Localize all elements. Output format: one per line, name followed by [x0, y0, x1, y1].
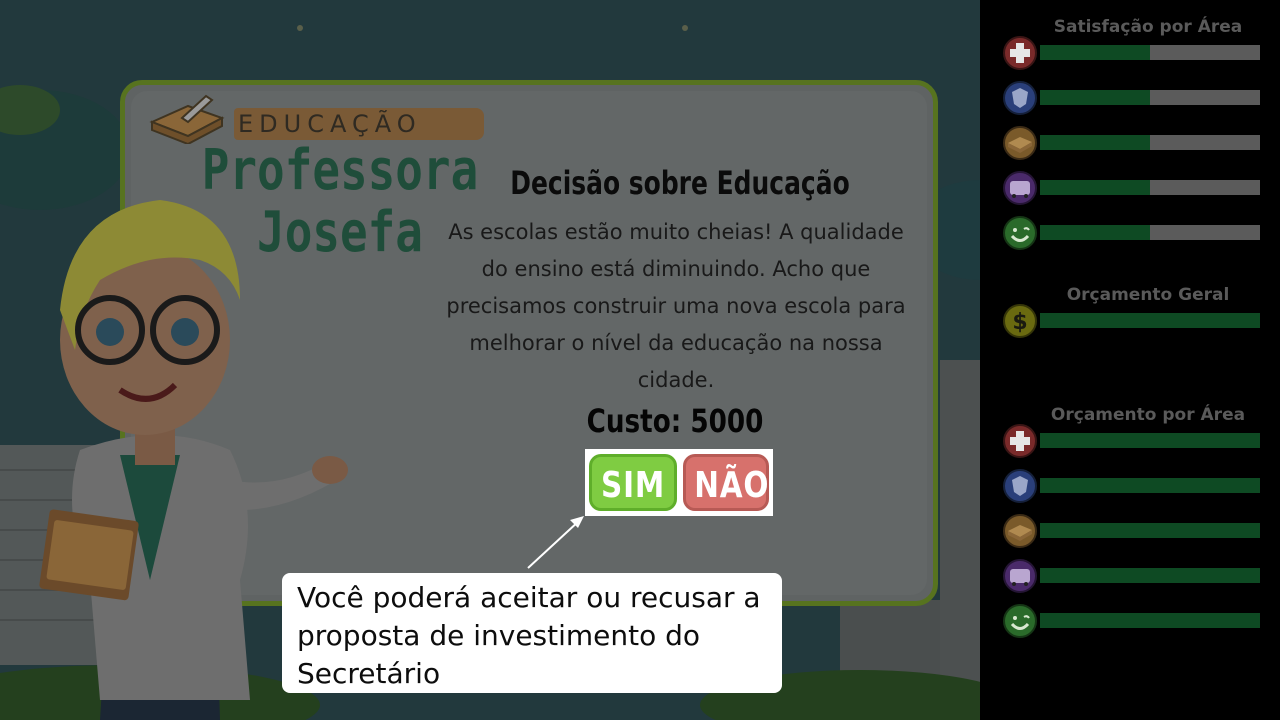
- book-icon: [1003, 126, 1037, 160]
- area-budget-bar-track: [1040, 433, 1260, 448]
- satisfaction-bar-fill: [1040, 45, 1150, 60]
- area-budget-bar-transporte: [1002, 558, 1262, 594]
- tutorial-tooltip: Você poderá aceitar ou recusar a propost…: [282, 573, 782, 693]
- area-budget-bar-saude: [1002, 423, 1262, 459]
- decision-title: Decisão sobre Educação: [510, 164, 850, 202]
- police-badge-icon: [1003, 469, 1037, 503]
- game-scene: EDUCAÇÃO Professora Josefa Decisão sobre…: [0, 0, 980, 720]
- cost-label: Custo: 5000: [586, 402, 764, 440]
- yes-button-label: SIM: [600, 465, 666, 506]
- area-budget-bar-fill: [1040, 433, 1260, 448]
- satisfaction-bar-educacao: [1002, 125, 1262, 161]
- satisfaction-bar-seguranca: [1002, 80, 1262, 116]
- dollar-icon: $: [1003, 304, 1037, 338]
- satisfaction-bar-track: [1040, 180, 1260, 195]
- smiley-icon: [1003, 216, 1037, 250]
- book-icon: [1003, 514, 1037, 548]
- satisfaction-bar-fill: [1040, 90, 1150, 105]
- area-budget-bar-track: [1040, 523, 1260, 538]
- area-budget-heading: Orçamento por Área: [1050, 405, 1246, 425]
- svg-text:$: $: [1012, 310, 1027, 335]
- tutorial-arrow-icon: [527, 516, 584, 569]
- satisfaction-bar-fill: [1040, 225, 1150, 240]
- decision-buttons: SIM NÃO: [585, 449, 773, 516]
- satisfaction-bar-track: [1040, 45, 1260, 60]
- satisfaction-bar-lazer: [1002, 215, 1262, 251]
- budget-bar-track: [1040, 313, 1260, 328]
- satisfaction-bar-track: [1040, 135, 1260, 150]
- area-budget-bar-track: [1040, 478, 1260, 493]
- decision-text: As escolas estão muito cheias! A qualida…: [446, 220, 906, 392]
- area-budget-bar-fill: [1040, 523, 1260, 538]
- category-label: EDUCAÇÃO: [234, 108, 484, 140]
- yes-button[interactable]: SIM: [589, 454, 677, 511]
- area-budget-bar-fill: [1040, 568, 1260, 583]
- area-budget-bar-seguranca: [1002, 468, 1262, 504]
- health-cross-icon: [1003, 36, 1037, 70]
- area-budget-bar-track: [1040, 613, 1260, 628]
- budget-bar-fill: [1040, 313, 1260, 328]
- bus-icon: [1003, 559, 1037, 593]
- no-button[interactable]: NÃO: [683, 454, 769, 511]
- satisfaction-bar-track: [1040, 90, 1260, 105]
- smiley-icon: [1003, 604, 1037, 638]
- area-budget-bar-track: [1040, 568, 1260, 583]
- satisfaction-bar-transporte: [1002, 170, 1262, 206]
- satisfaction-bar-fill: [1040, 135, 1150, 150]
- area-budget-bar-fill: [1040, 478, 1260, 493]
- budget-bar-geral: $: [1002, 303, 1262, 339]
- no-button-label: NÃO: [694, 465, 770, 506]
- satisfaction-bar-fill: [1040, 180, 1150, 195]
- satisfaction-bar-track: [1040, 225, 1260, 240]
- bus-icon: [1003, 171, 1037, 205]
- book-icon: [149, 94, 225, 144]
- health-cross-icon: [1003, 424, 1037, 458]
- satisfaction-heading: Satisfação por Área: [1053, 17, 1243, 37]
- area-budget-bar-fill: [1040, 613, 1260, 628]
- area-budget-bar-lazer: [1002, 603, 1262, 639]
- category-tag: EDUCAÇÃO: [148, 92, 488, 144]
- general-budget-heading: Orçamento Geral: [1066, 285, 1230, 305]
- police-badge-icon: [1003, 81, 1037, 115]
- area-budget-bar-educacao: [1002, 513, 1262, 549]
- satisfaction-bar-saude: [1002, 35, 1262, 71]
